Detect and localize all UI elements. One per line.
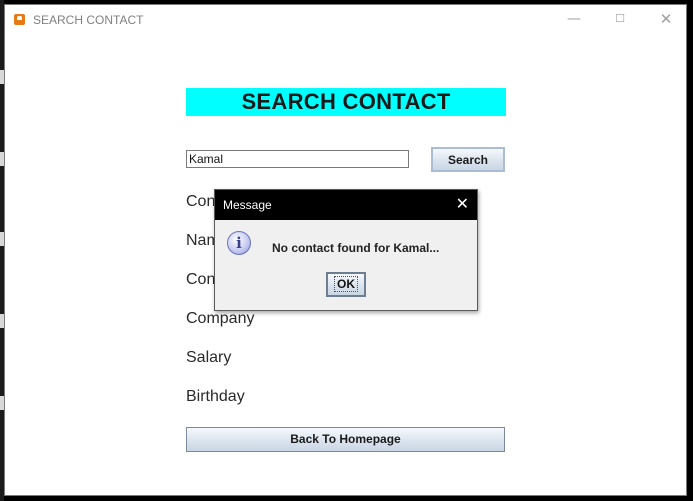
dialog-titlebar[interactable]: Message ✕	[215, 190, 477, 220]
ok-button[interactable]: OK	[326, 272, 366, 297]
contact-id-label: Con	[186, 193, 216, 210]
search-button[interactable]: Search	[431, 147, 505, 172]
window-title: SEARCH CONTACT	[33, 13, 144, 27]
contact-number-label: Con	[186, 271, 216, 288]
message-dialog: Message ✕ i No contact found for Kamal..…	[214, 189, 478, 311]
maximize-button[interactable]: ☐	[597, 5, 643, 35]
ok-button-label: OK	[334, 276, 358, 292]
page-title: SEARCH CONTACT	[241, 89, 451, 114]
window-titlebar[interactable]: SEARCH CONTACT — ☐ ✕	[5, 5, 686, 35]
dialog-message: No contact found for Kamal...	[272, 241, 440, 255]
dialog-title: Message	[223, 198, 272, 212]
info-icon: i	[227, 231, 251, 255]
header-banner: SEARCH CONTACT	[186, 88, 506, 116]
search-input[interactable]	[186, 150, 409, 168]
minimize-button[interactable]: —	[551, 5, 597, 35]
birthday-label: Birthday	[186, 388, 245, 405]
close-button[interactable]: ✕	[643, 5, 689, 35]
salary-label: Salary	[186, 349, 232, 366]
company-label: Company	[186, 310, 255, 327]
dialog-close-icon[interactable]: ✕	[456, 195, 469, 213]
back-to-homepage-button[interactable]: Back To Homepage	[186, 427, 505, 452]
app-icon	[14, 14, 25, 25]
